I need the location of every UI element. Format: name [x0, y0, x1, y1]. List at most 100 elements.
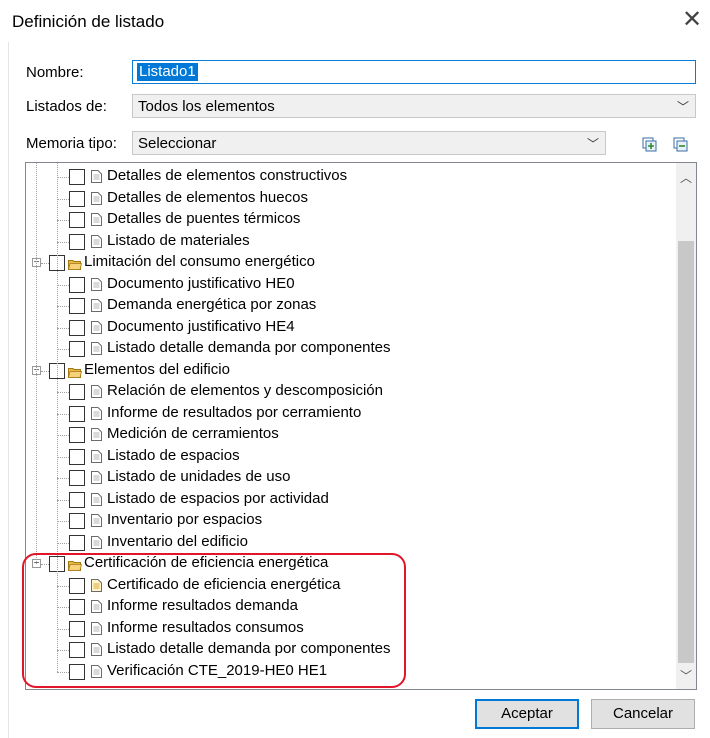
item-checkbox[interactable] [69, 491, 85, 508]
tree-item-label: Inventario por espacios [107, 511, 263, 528]
item-checkbox[interactable] [69, 276, 85, 293]
tree-connector [57, 306, 69, 307]
memoria-value: Seleccionar [138, 135, 217, 152]
document-icon [91, 342, 102, 355]
document-icon [91, 514, 102, 527]
tree-item-row[interactable]: Inventario del edificio [26, 532, 686, 554]
tree-item-label: Detalles de puentes térmicos [107, 210, 301, 227]
collapse-all-icon[interactable] [673, 137, 689, 153]
expand-all-icon[interactable] [642, 137, 658, 153]
document-icon [91, 299, 102, 312]
item-checkbox[interactable] [69, 212, 85, 228]
tree-connector [57, 542, 69, 544]
tree-connector [41, 263, 49, 264]
chevron-down-icon: ﹀ [586, 137, 599, 151]
listados-label: Listados de: [26, 98, 107, 115]
tree-item-row[interactable]: Relación de elementos y descomposición [26, 381, 686, 403]
item-checkbox[interactable] [69, 384, 85, 400]
tree-folder-row[interactable]: − Limitación del consumo energético [26, 252, 686, 274]
tree-item-label: Limitación del consumo energético [84, 253, 315, 270]
document-icon [91, 320, 102, 334]
tree-connector [41, 370, 49, 372]
tree-item-label: Demanda energética por zonas [107, 296, 317, 313]
cancel-button[interactable]: Cancelar [591, 699, 695, 729]
tree-item-label: Elementos del edificio [84, 360, 230, 378]
dialog-title: Definición de listado [12, 12, 165, 31]
tree-item-row[interactable]: Listado de unidades de uso [26, 467, 686, 489]
scroll-thumb[interactable] [678, 241, 694, 663]
item-checkbox[interactable] [69, 298, 85, 314]
chevron-down-icon: ﹀ [676, 100, 689, 114]
item-checkbox[interactable] [69, 534, 85, 551]
document-icon [91, 471, 102, 484]
tree-connector [36, 163, 37, 564]
item-checkbox[interactable] [69, 513, 85, 529]
tree-item-row[interactable]: Documento justificativo HE0 [26, 274, 686, 296]
tree-connector [57, 177, 69, 178]
memoria-select[interactable]: Seleccionar ﹀ [132, 131, 606, 155]
tree-connector [57, 478, 69, 479]
item-checkbox[interactable] [69, 233, 85, 250]
close-icon[interactable]: ✕ [678, 6, 706, 34]
document-icon [91, 449, 102, 463]
document-icon [91, 535, 102, 549]
item-checkbox[interactable] [69, 190, 85, 207]
tree-item-row[interactable]: Listado de materiales [26, 231, 686, 253]
item-checkbox[interactable] [69, 169, 85, 185]
tree-item-row[interactable]: Demanda energética por zonas [26, 295, 686, 317]
item-checkbox[interactable] [69, 470, 85, 486]
title-bar: Definición de listado ✕ [0, 0, 710, 44]
tree-item-row[interactable]: Detalles de puentes térmicos [26, 209, 686, 231]
tree-item-label: Detalles de elementos huecos [107, 188, 308, 206]
tree-item-row[interactable]: Listado de espacios [26, 446, 686, 468]
tree-folder-row[interactable]: − Elementos del edificio [26, 360, 686, 382]
tree-connector [57, 413, 69, 415]
memoria-label: Memoria tipo: [26, 135, 117, 152]
tree-item-label: Informe de resultados por cerramiento [107, 403, 362, 421]
tree-item-label: Medición de cerramientos [107, 425, 279, 442]
document-icon [91, 234, 102, 248]
tree-connector [57, 521, 69, 522]
tree-item-label: Listado de espacios [107, 446, 240, 464]
tree-item-row[interactable]: Informe de resultados por cerramiento [26, 403, 686, 425]
tree-connector [57, 349, 69, 350]
nombre-value: Listado1 [137, 63, 198, 81]
item-checkbox[interactable] [69, 427, 85, 443]
highlight-annotation [22, 553, 406, 688]
nombre-input[interactable]: Listado1 [132, 60, 696, 84]
tree-connector [57, 435, 69, 436]
listados-select[interactable]: Todos los elementos ﹀ [132, 94, 696, 118]
tree-item-row[interactable]: Documento justificativo HE4 [26, 317, 686, 339]
item-checkbox[interactable] [69, 405, 85, 422]
tree-item-row[interactable]: Listado de espacios por actividad [26, 489, 686, 511]
tree-item-row[interactable]: Detalles de elementos huecos [26, 188, 686, 210]
tree-item-label: Listado de unidades de uso [107, 468, 291, 485]
document-icon [91, 277, 102, 291]
tree-connector [57, 284, 69, 286]
nombre-label: Nombre: [26, 64, 84, 81]
tree-item-label: Listado de materiales [107, 231, 250, 249]
tree-item-row[interactable]: Listado detalle demanda por componentes [26, 338, 686, 360]
tree-connector [57, 392, 69, 393]
tree-item-row[interactable]: Detalles de elementos constructivos [26, 166, 686, 188]
folder-icon [67, 257, 83, 270]
tree-item-row[interactable]: Inventario por espacios [26, 510, 686, 532]
scroll-up-icon[interactable]: ︿ [680, 169, 692, 186]
item-checkbox[interactable] [69, 319, 85, 336]
item-checkbox[interactable] [69, 448, 85, 465]
item-checkbox[interactable] [69, 341, 85, 357]
document-icon [91, 385, 102, 398]
scroll-down-icon[interactable]: ﹀ [680, 667, 692, 684]
dialog-window: Definición de listado ✕ Nombre: Listado1… [0, 0, 710, 738]
document-icon [91, 170, 102, 183]
tree-connector [57, 327, 69, 329]
tree-connector [57, 499, 69, 501]
tree-item-label: Listado de espacios por actividad [107, 489, 329, 507]
tree-item-label: Detalles de elementos constructivos [107, 167, 348, 184]
tree-item-label: Documento justificativo HE0 [107, 274, 295, 292]
tree-item-row[interactable]: Medición de cerramientos [26, 424, 686, 446]
tree-scrollbar[interactable]: ︿ ﹀ [676, 163, 696, 689]
accept-button[interactable]: Aceptar [475, 699, 579, 729]
folder-icon [67, 365, 83, 378]
document-icon [91, 213, 102, 226]
